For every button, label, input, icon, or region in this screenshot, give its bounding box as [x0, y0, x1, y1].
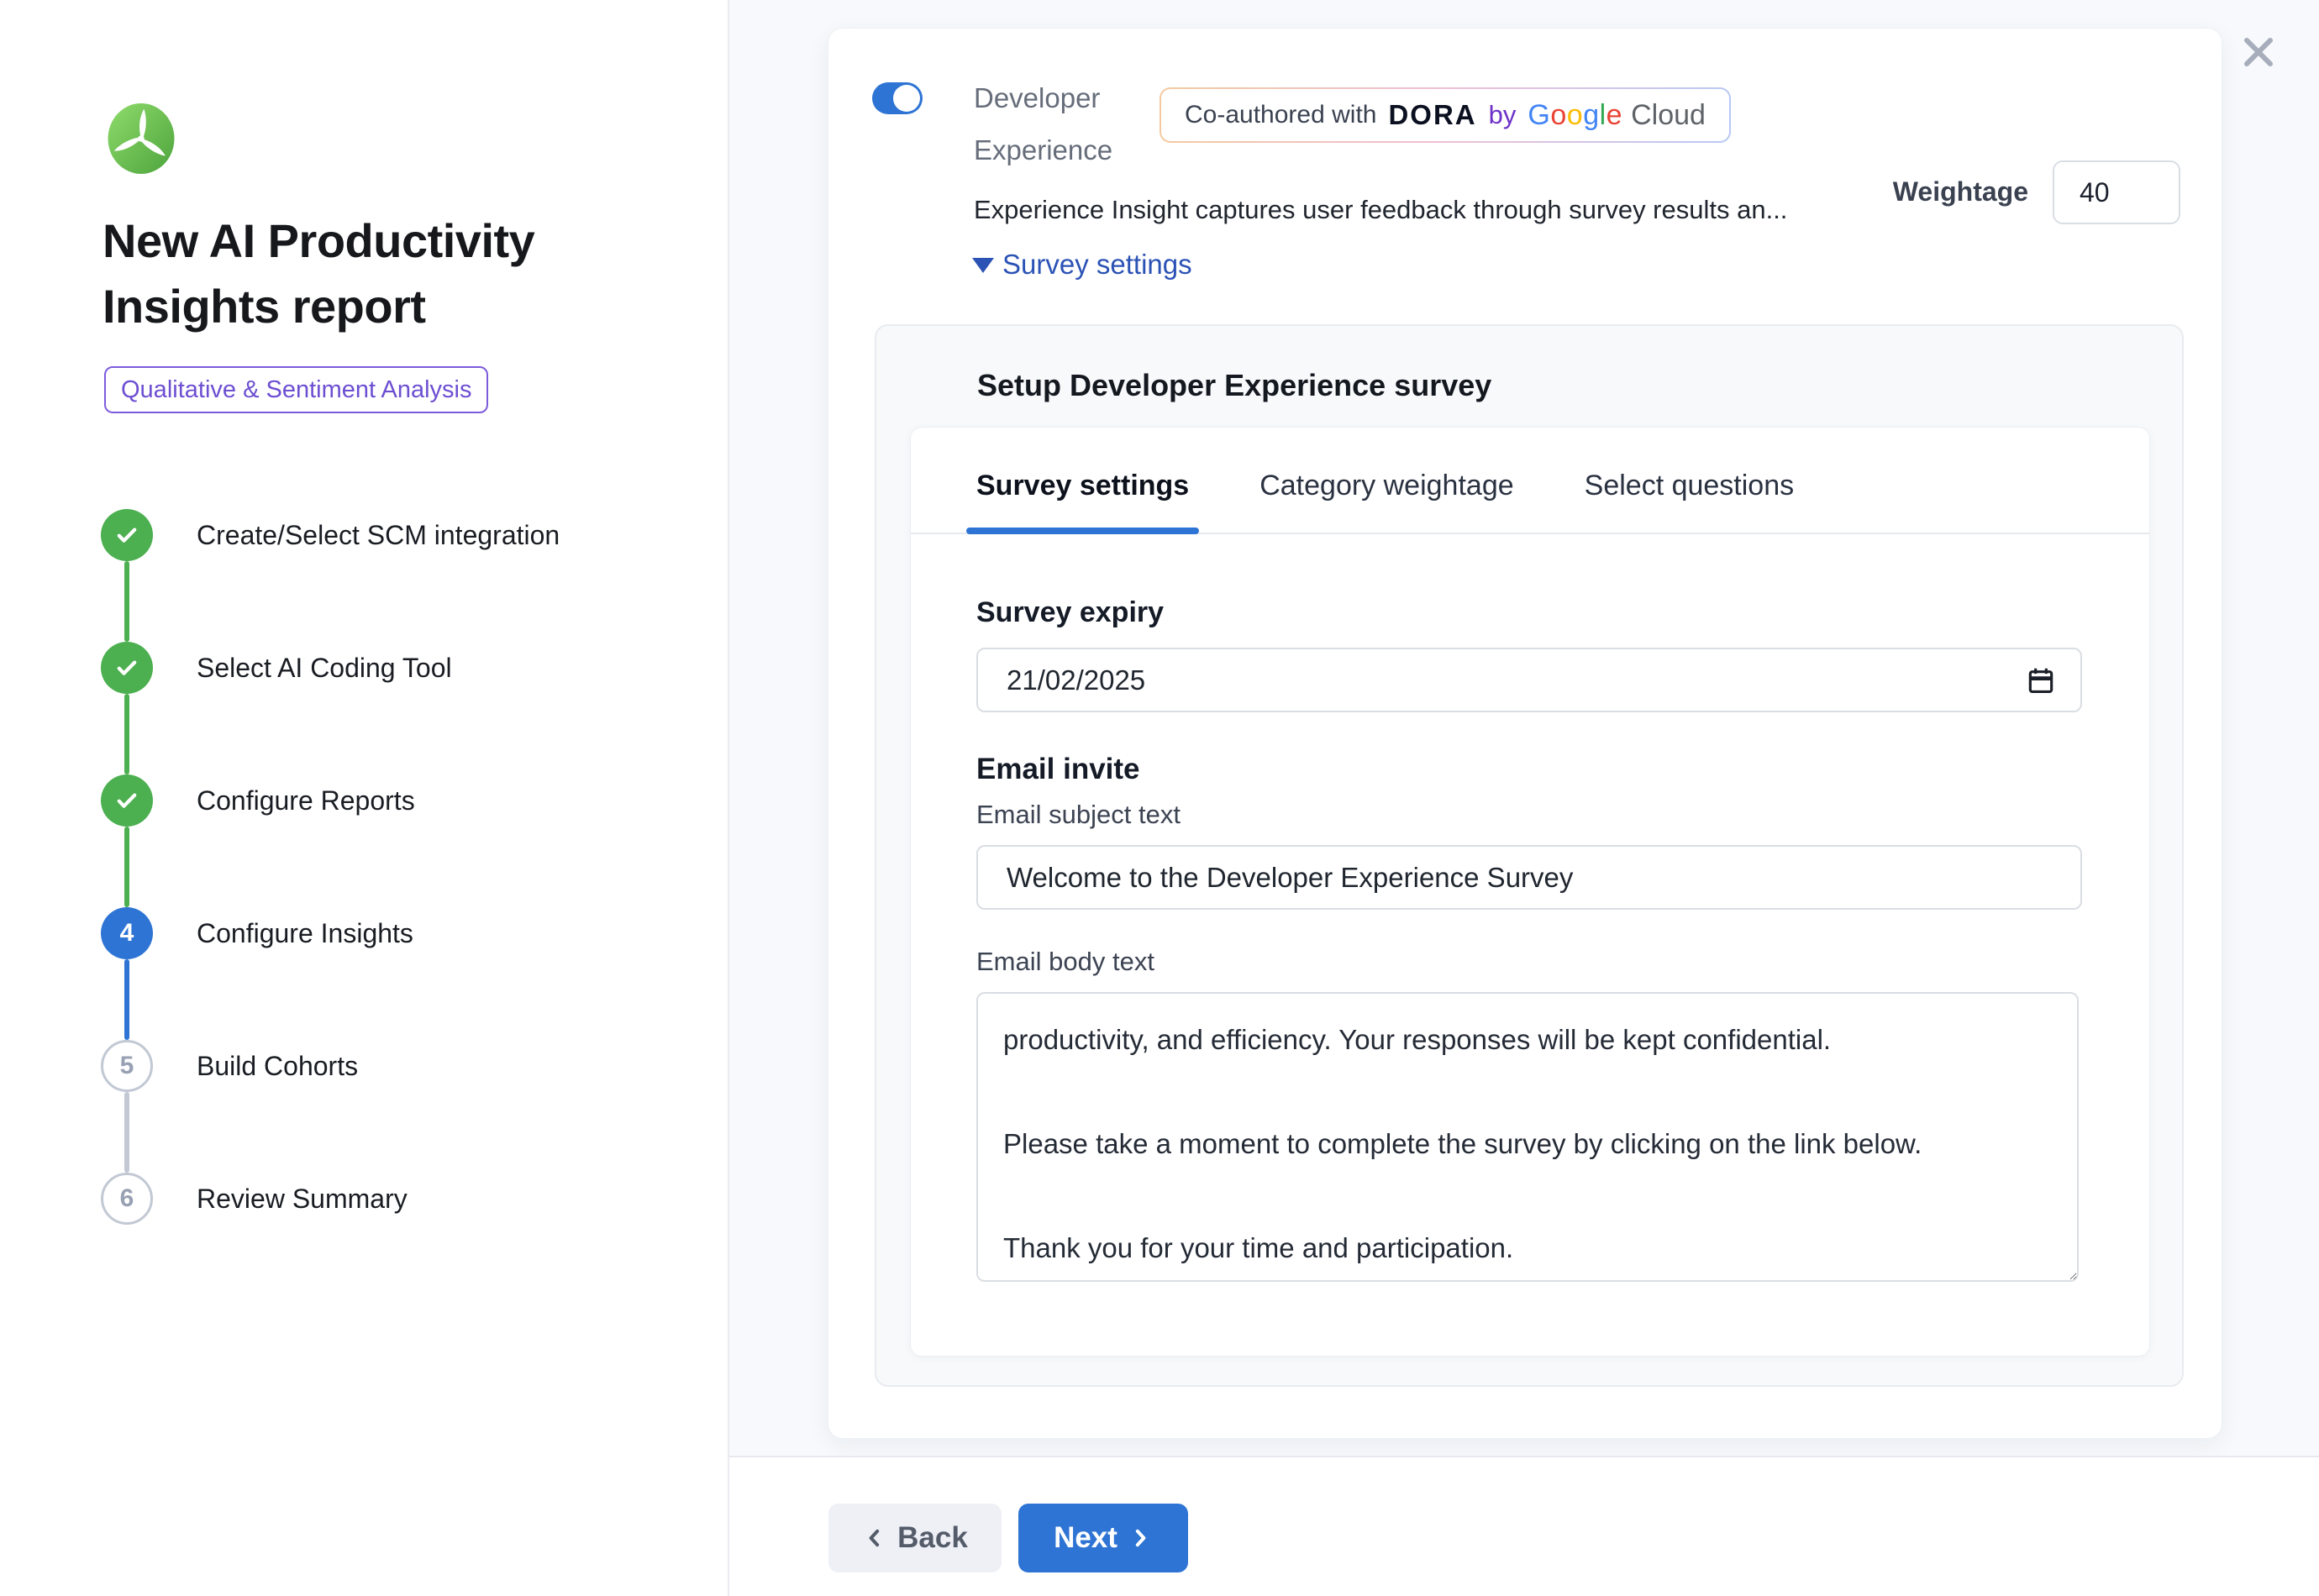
wizard-footer: Back Next — [729, 1457, 2319, 1596]
tab-survey-settings[interactable]: Survey settings — [968, 470, 1197, 533]
step-label: Select AI Coding Tool — [197, 648, 452, 687]
setup-survey-card: Setup Developer Experience survey Survey… — [875, 324, 2184, 1387]
insight-title: Developer Experience — [974, 72, 1171, 176]
step-connector — [124, 694, 129, 774]
step-connector — [124, 959, 129, 1040]
email-subject-input[interactable] — [976, 845, 2082, 910]
main-area: Developer Experience Co-authored with DO… — [729, 0, 2319, 1596]
close-icon[interactable] — [2237, 30, 2280, 74]
step-label: Configure Insights — [197, 914, 413, 953]
email-subject-label: Email subject text — [976, 800, 2082, 830]
step-3-circle[interactable] — [101, 774, 153, 827]
insight-panel: Developer Experience Co-authored with DO… — [828, 28, 2222, 1439]
step-connector — [124, 561, 129, 642]
back-button-label: Back — [897, 1521, 968, 1555]
survey-expiry-input[interactable] — [976, 648, 2082, 712]
weightage-label: Weightage — [1893, 176, 2028, 207]
survey-settings-collapse-link[interactable]: Survey settings — [972, 249, 1192, 281]
page-title: New AI Productivity Insights report — [103, 208, 647, 339]
survey-settings-content: Survey expiry — [911, 534, 2149, 1282]
step-label: Build Cohorts — [197, 1047, 358, 1085]
coauthor-prefix: Co-authored with — [1185, 101, 1376, 129]
tab-category-weightage[interactable]: Category weightage — [1251, 470, 1522, 533]
caret-down-icon — [972, 258, 994, 273]
app-logo-propeller-icon — [106, 102, 176, 175]
survey-expiry-label: Survey expiry — [976, 596, 2082, 629]
email-body-textarea[interactable]: productivity, and efficiency. Your respo… — [976, 992, 2079, 1282]
step-label: Review Summary — [197, 1179, 408, 1218]
step-label: Create/Select SCM integration — [197, 516, 560, 554]
survey-expiry-field — [976, 648, 2082, 712]
survey-settings-panel: Survey settings Category weightage Select … — [910, 427, 2150, 1357]
developer-experience-toggle[interactable] — [872, 82, 923, 114]
google-cloud-label: Cloud — [1631, 99, 1706, 132]
sidebar: New AI Productivity Insights report Qual… — [0, 0, 729, 1596]
collapse-link-label: Survey settings — [1002, 249, 1192, 281]
email-invite-heading: Email invite — [976, 753, 2082, 786]
step-connector — [124, 1092, 129, 1173]
step-connector — [124, 827, 129, 907]
app-root: New AI Productivity Insights report Qual… — [0, 0, 2319, 1596]
tab-select-questions[interactable]: Select questions — [1576, 470, 1803, 533]
dora-logo: DORA — [1388, 99, 1476, 131]
step-label: Configure Reports — [197, 781, 415, 820]
google-logo: Google — [1528, 99, 1622, 132]
insight-description: Experience Insight captures user feedbac… — [974, 195, 1787, 225]
chevron-right-icon — [1128, 1525, 1153, 1551]
step-5-circle[interactable]: 5 — [101, 1040, 153, 1092]
survey-tabbar: Survey settings Category weightage Select … — [911, 428, 2149, 534]
step-1-circle[interactable] — [101, 509, 153, 561]
next-button[interactable]: Next — [1018, 1504, 1188, 1572]
coauthor-badge-inner: Co-authored with DORA by Google Cloud — [1161, 89, 1729, 141]
email-body-label: Email body text — [976, 947, 2082, 977]
step-2-circle[interactable] — [101, 642, 153, 694]
step-4-circle[interactable]: 4 — [101, 907, 153, 959]
next-button-label: Next — [1054, 1521, 1117, 1555]
chevron-left-icon — [862, 1525, 887, 1551]
coauthor-badge: Co-authored with DORA by Google Cloud — [1160, 87, 1731, 143]
step-6-circle[interactable]: 6 — [101, 1173, 153, 1225]
weightage-input[interactable] — [2053, 160, 2180, 224]
coauthor-by: by — [1489, 100, 1517, 130]
setup-survey-title: Setup Developer Experience survey — [977, 368, 1491, 403]
back-button[interactable]: Back — [828, 1504, 1002, 1572]
toggle-knob — [893, 85, 920, 112]
report-type-badge: Qualitative & Sentiment Analysis — [104, 366, 488, 413]
